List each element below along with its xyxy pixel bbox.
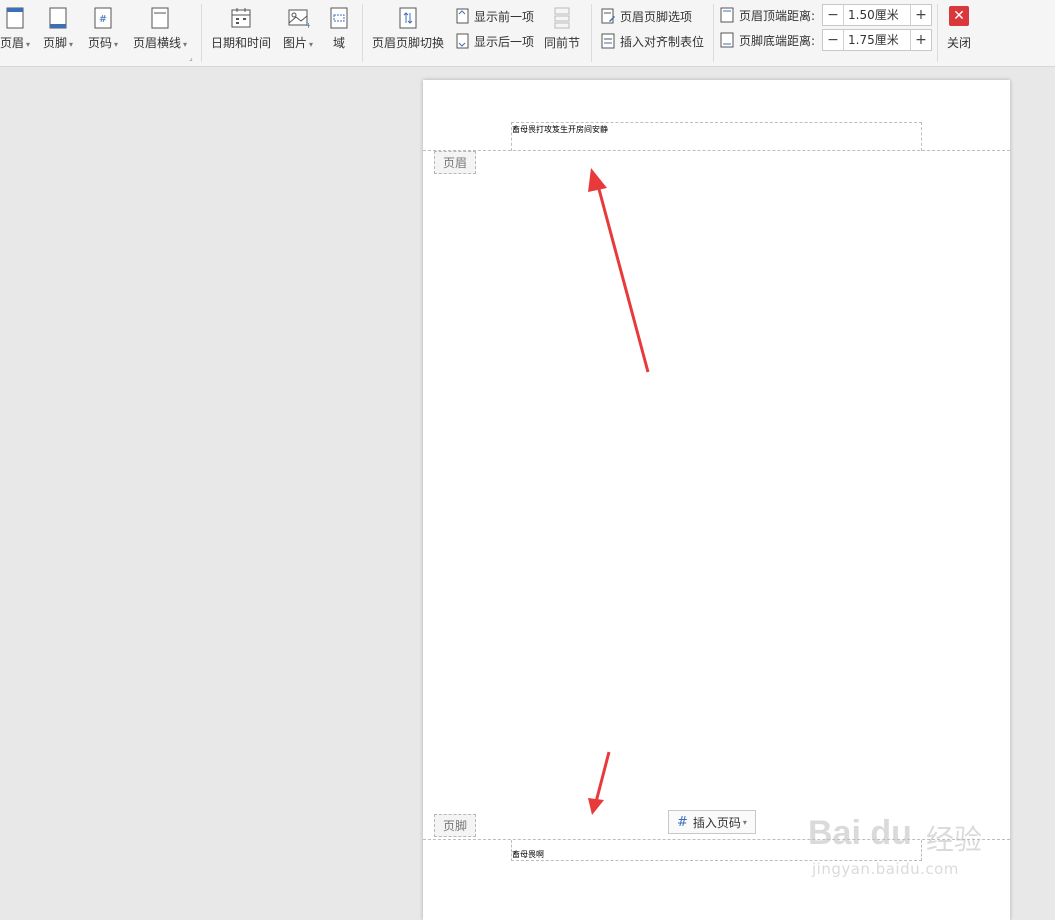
arrow-to-footer <box>588 751 611 815</box>
baidu-watermark: Bai du 经验 jingyan.baidu.com <box>808 794 1008 884</box>
annotation-arrows <box>588 168 650 815</box>
watermark-title: 经验 <box>926 823 983 856</box>
watermark-url: jingyan.baidu.com <box>812 860 959 878</box>
watermark-brand: Bai du <box>808 814 912 852</box>
arrow-to-header <box>588 168 650 373</box>
